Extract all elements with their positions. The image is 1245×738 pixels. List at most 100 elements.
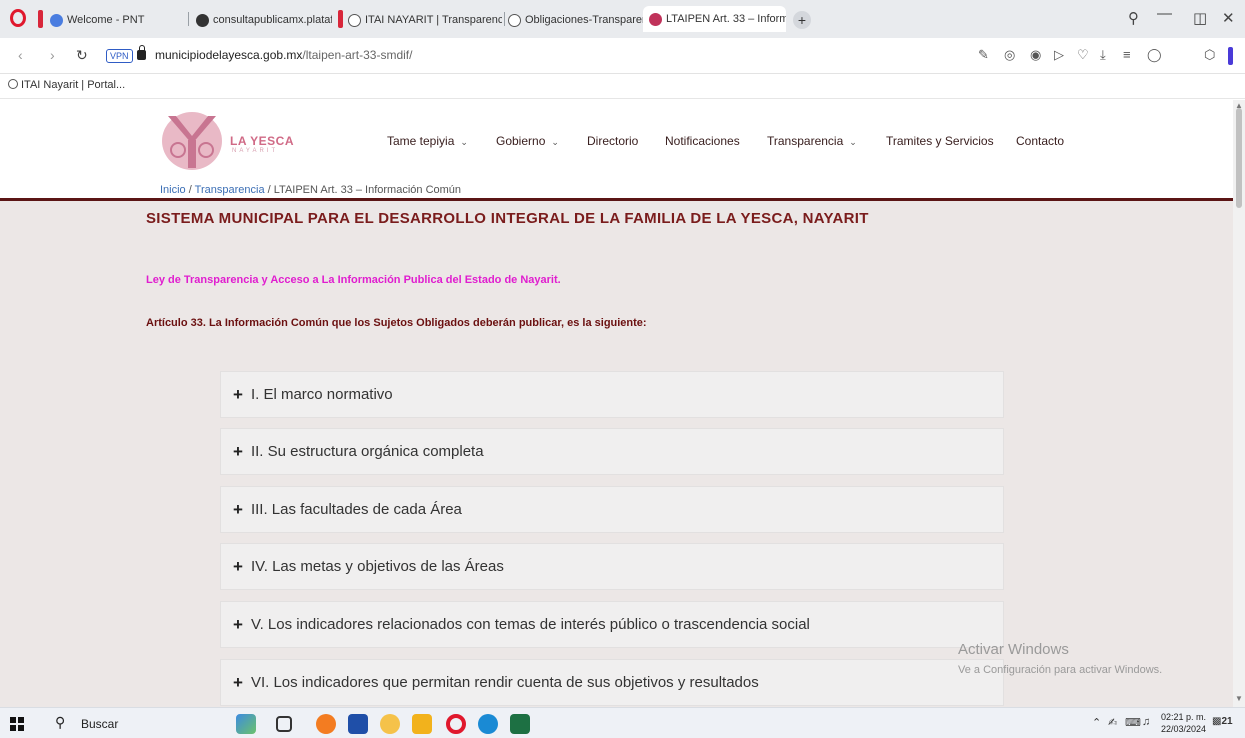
file-explorer-icon[interactable] xyxy=(412,714,432,734)
plus-icon: + xyxy=(233,556,243,576)
edge-icon[interactable] xyxy=(478,714,498,734)
tab-label: ITAI NAYARIT | Transparenc xyxy=(365,14,502,26)
clock-time: 02:21 p. m. xyxy=(1161,712,1207,722)
snap-button[interactable]: ◫ xyxy=(1193,9,1207,27)
taskbar-clock[interactable]: 02:21 p. m. 22/03/2024 xyxy=(1161,711,1206,735)
nav-tame-tepiyia[interactable]: Tame tepiyia ⌄ xyxy=(387,134,468,148)
lock-icon[interactable] xyxy=(137,45,146,60)
nav-label: Directorio xyxy=(587,134,639,148)
mail-icon[interactable] xyxy=(348,714,368,734)
accordion-section-5[interactable]: + V. Los indicadores relacionados con tem… xyxy=(220,601,1004,648)
forward-button[interactable]: › xyxy=(50,47,55,63)
logo-text[interactable]: LA YESCA xyxy=(230,134,294,148)
opera-menu-icon[interactable] xyxy=(10,9,26,27)
accordion-label: VI. Los indicadores que permitan rendir … xyxy=(250,674,759,691)
logo-subtitle: NAYARIT xyxy=(232,148,279,154)
clock-date: 22/03/2024 xyxy=(1161,724,1207,734)
breadcrumb-transparencia-link[interactable]: Transparencia xyxy=(195,184,265,196)
accordion-label: I. El marco normativo xyxy=(250,386,393,403)
activation-watermark-subtitle: Ve a Configuración para activar Windows. xyxy=(958,664,1163,676)
itai-favicon-icon xyxy=(508,13,521,27)
law-title: Ley de Transparencia y Acceso a La Infor… xyxy=(146,274,561,286)
paint-icon[interactable] xyxy=(380,714,400,734)
close-window-button[interactable]: ✕ xyxy=(1222,9,1235,27)
profile-icon[interactable]: ◯ xyxy=(1147,47,1162,63)
accordion-section-4[interactable]: + IV. Las metas y objetivos de las Áreas xyxy=(220,543,1004,590)
tab-consulta-publica[interactable]: consultapublicamx.platafo xyxy=(196,8,332,32)
excel-icon[interactable] xyxy=(510,714,530,734)
web-page: LA YESCA NAYARIT Tame tepiyia ⌄ Gobierno ⌄… xyxy=(0,100,1233,707)
accordion-section-1[interactable]: + I. El marco normativo xyxy=(220,371,1004,418)
tab-label: LTAIPEN Art. 33 – Informac xyxy=(666,13,786,25)
activation-watermark-title: Activar Windows xyxy=(958,641,1069,658)
accordion-section-2[interactable]: + II. Su estructura orgánica completa xyxy=(220,428,1004,475)
new-tab-button[interactable]: + xyxy=(793,11,811,29)
firefox-icon[interactable] xyxy=(316,714,336,734)
accordion-section-6[interactable]: + VI. Los indicadores que permitan rendir… xyxy=(220,659,1004,706)
plus-icon: + xyxy=(233,672,243,692)
pen-icon[interactable]: ✍ xyxy=(1108,716,1117,729)
chevron-up-icon[interactable]: ⌃ xyxy=(1092,716,1101,729)
bookmarks-bar: ITAI Nayarit | Portal... xyxy=(0,74,1245,99)
minimize-button[interactable]: — xyxy=(1157,5,1172,22)
shield-icon[interactable]: ◉ xyxy=(1030,47,1041,63)
nav-tramites[interactable]: Tramites y Servicios xyxy=(886,134,994,148)
layesca-favicon-icon xyxy=(649,12,662,26)
bookmark-itai-portal[interactable]: ITAI Nayarit | Portal... xyxy=(8,79,125,91)
article-title: Artículo 33. La Información Común que lo… xyxy=(146,317,647,329)
extensions-icon[interactable]: ⬡ xyxy=(1204,47,1215,63)
url-field[interactable]: municipiodelayesca.gob.mx/ltaipen-art-33… xyxy=(155,48,412,62)
bookmark-label: ITAI Nayarit | Portal... xyxy=(21,79,126,91)
vpn-badge[interactable]: VPN xyxy=(106,49,133,63)
nav-label: Transparencia xyxy=(767,134,844,148)
plus-icon: + xyxy=(233,384,243,404)
widgets-icon[interactable] xyxy=(236,714,256,734)
tab-label: Welcome - PNT xyxy=(67,14,145,26)
tab-welcome-pnt[interactable]: Welcome - PNT xyxy=(50,8,170,32)
heart-icon[interactable]: ♡ xyxy=(1077,47,1089,63)
reload-button[interactable]: ↻ xyxy=(76,47,88,64)
back-button[interactable]: ‹ xyxy=(18,47,23,63)
tab-label: Obligaciones-Transparenc xyxy=(525,14,644,26)
download-icon[interactable]: ⤓ xyxy=(1100,47,1106,63)
la-yesca-logo-icon[interactable] xyxy=(158,110,226,172)
chevron-down-icon: ⌄ xyxy=(460,137,468,147)
breadcrumb-separator: / xyxy=(264,184,274,196)
url-host: municipiodelayesca.gob.mx xyxy=(155,48,303,62)
address-bar: ‹ › ↻ VPN municipiodelayesca.gob.mx/ltai… xyxy=(0,38,1245,74)
scrollbar-thumb[interactable] xyxy=(1236,108,1242,208)
edit-icon[interactable]: ✎ xyxy=(978,47,989,63)
notifications-badge[interactable]: ▩21 xyxy=(1212,716,1233,727)
tab-itai-nayarit[interactable]: ITAI NAYARIT | Transparenc xyxy=(348,8,502,32)
nav-label: Contacto xyxy=(1016,134,1065,148)
tab-obligaciones[interactable]: Obligaciones-Transparenc xyxy=(508,8,644,32)
breadcrumb-home-link[interactable]: Inicio xyxy=(160,184,186,196)
task-view-icon[interactable] xyxy=(276,716,292,732)
search-icon[interactable]: ⚲ xyxy=(55,714,65,731)
globe-favicon-icon xyxy=(196,13,209,27)
taskbar-search[interactable]: Buscar xyxy=(81,717,118,731)
scroll-down-icon[interactable]: ▼ xyxy=(1235,694,1243,703)
nav-transparencia[interactable]: Transparencia ⌄ xyxy=(767,134,857,148)
keyboard-icon[interactable]: ⌨ xyxy=(1125,716,1141,729)
camera-icon[interactable]: ◎ xyxy=(1004,47,1015,63)
accordion-section-3[interactable]: + III. Las facultades de cada Área xyxy=(220,486,1004,533)
nav-gobierno[interactable]: Gobierno ⌄ xyxy=(496,134,559,148)
accordion-label: II. Su estructura orgánica completa xyxy=(250,443,484,460)
accordion-label: III. Las facultades de cada Área xyxy=(250,501,462,518)
nav-directorio[interactable]: Directorio xyxy=(587,134,638,148)
menu-lines-icon[interactable]: ≡ xyxy=(1123,47,1131,62)
speaker-icon[interactable]: ♫ xyxy=(1142,716,1150,728)
tab-ltaipen-active[interactable]: LTAIPEN Art. 33 – Informac xyxy=(643,6,786,32)
plus-icon: + xyxy=(233,499,243,519)
play-icon[interactable]: ▷ xyxy=(1054,47,1064,63)
nav-label: Gobierno xyxy=(496,134,546,148)
browser-tab-bar: Welcome - PNT consultapublicamx.platafo … xyxy=(0,0,1245,38)
itai-favicon-icon xyxy=(8,79,18,89)
opera-taskbar-icon[interactable] xyxy=(446,714,466,734)
search-tabs-icon[interactable]: ⚲ xyxy=(1128,9,1139,27)
nav-notificaciones[interactable]: Notificaciones xyxy=(665,134,740,148)
page-scrollbar[interactable]: ▲ ▼ xyxy=(1233,100,1245,707)
windows-start-icon[interactable] xyxy=(10,717,24,731)
nav-contacto[interactable]: Contacto xyxy=(1016,134,1064,148)
